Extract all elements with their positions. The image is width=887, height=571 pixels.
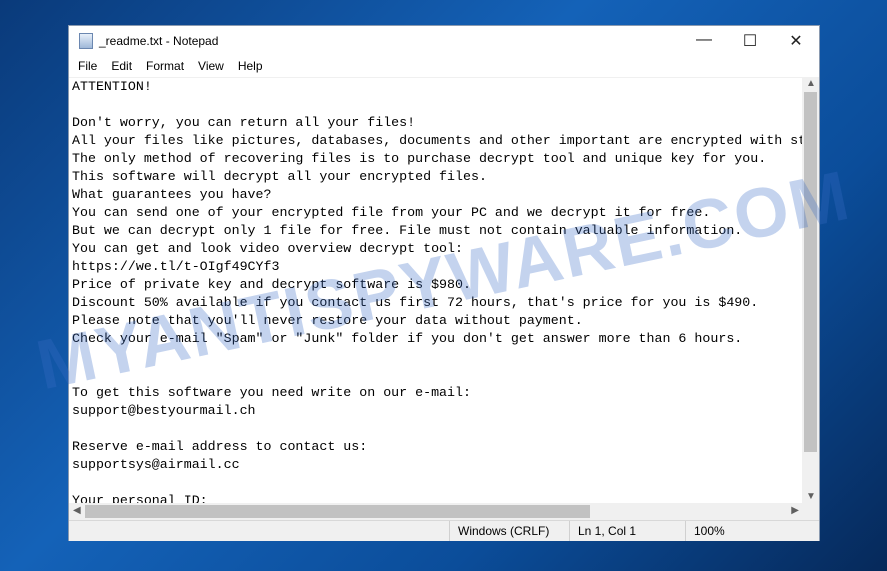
notepad-icon xyxy=(79,32,93,49)
horizontal-scroll-thumb[interactable] xyxy=(85,505,590,518)
maximize-button[interactable]: ☐ xyxy=(727,31,773,51)
menu-view[interactable]: View xyxy=(191,59,231,73)
title-bar[interactable]: _readme.txt - Notepad — ☐ ✕ xyxy=(69,26,819,55)
window-title: _readme.txt - Notepad xyxy=(99,33,219,48)
status-zoom: 100% xyxy=(685,521,819,541)
menu-bar: File Edit Format View Help xyxy=(69,55,819,76)
close-button[interactable]: ✕ xyxy=(773,31,819,51)
scroll-left-icon[interactable]: ◀ xyxy=(73,505,81,516)
menu-edit[interactable]: Edit xyxy=(104,59,139,73)
text-editor[interactable]: ATTENTION! Don't worry, you can return a… xyxy=(69,77,803,503)
notepad-window: _readme.txt - Notepad — ☐ ✕ File Edit Fo… xyxy=(68,25,820,541)
minimize-button[interactable]: — xyxy=(681,31,727,51)
menu-file[interactable]: File xyxy=(71,59,104,73)
status-line-ending: Windows (CRLF) xyxy=(449,521,569,541)
scroll-right-icon[interactable]: ▶ xyxy=(791,505,799,516)
horizontal-scrollbar[interactable]: ◀ ▶ xyxy=(69,503,803,520)
menu-format[interactable]: Format xyxy=(139,59,191,73)
menu-help[interactable]: Help xyxy=(231,59,270,73)
document-text[interactable]: ATTENTION! Don't worry, you can return a… xyxy=(69,78,803,503)
scroll-down-icon[interactable]: ▼ xyxy=(806,491,816,502)
vertical-scrollbar[interactable]: ▲ ▼ xyxy=(802,77,819,503)
vertical-scroll-thumb[interactable] xyxy=(804,92,817,452)
scroll-corner xyxy=(802,503,819,520)
status-bar: Windows (CRLF) Ln 1, Col 1 100% xyxy=(69,520,819,541)
scroll-up-icon[interactable]: ▲ xyxy=(806,78,816,89)
status-position: Ln 1, Col 1 xyxy=(569,521,685,541)
